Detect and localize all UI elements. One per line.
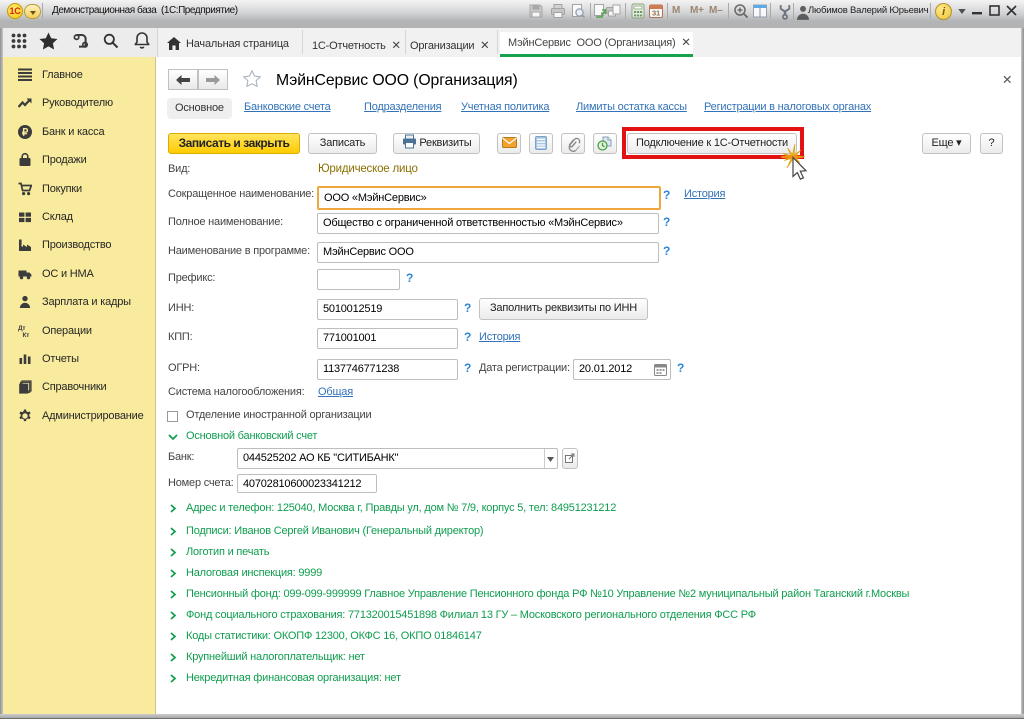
svg-text:₽: ₽ (22, 128, 29, 139)
svg-text:Дт: Дт (18, 325, 25, 332)
svg-text:31: 31 (652, 9, 660, 18)
svg-text:Кт: Кт (23, 332, 30, 338)
